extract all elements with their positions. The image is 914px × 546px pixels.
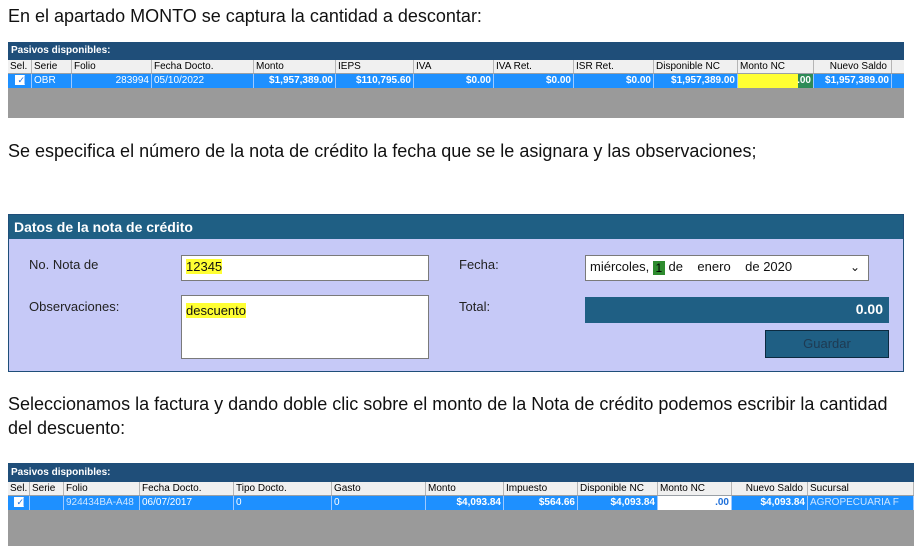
col-header-sel[interactable]: Sel. [8,60,32,73]
observaciones-label: Observaciones: [29,299,120,314]
cell-iva-ret: $0.00 [494,74,574,88]
cell-ieps: $110,795.60 [336,74,414,88]
col-header-monto-nc[interactable]: Monto NC [658,482,732,495]
col-header-fecha[interactable]: Fecha Docto. [140,482,234,495]
col-header-folio[interactable]: Folio [64,482,140,495]
col-header-sucursal[interactable]: Sucursal [808,482,914,495]
col-header-serie[interactable]: Serie [32,60,72,73]
col-header-folio[interactable]: Folio [72,60,152,73]
cell-monto: $4,093.84 [426,496,504,510]
chevron-down-icon[interactable]: ⌄ [850,256,860,278]
grid-title: Pasivos disponibles: [8,463,914,482]
fecha-de: de [668,259,683,274]
col-header-iva-ret[interactable]: IVA Ret. [494,60,574,73]
cell-sucursal: AGROPECUARIA F [808,496,914,510]
col-header-iva[interactable]: IVA [414,60,494,73]
sel-cell: ✓ [8,496,30,510]
row-checkbox[interactable]: ✓ [13,497,24,507]
fecha-weekday: miércoles, [590,259,650,274]
col-header-disponible-nc[interactable]: Disponible NC [654,60,738,73]
col-header-monto[interactable]: Monto [254,60,336,73]
observaciones-value: descuento [186,303,246,318]
cell-iva: $0.00 [414,74,494,88]
instruction-paragraph-1: En el apartado MONTO se captura la canti… [8,6,482,26]
instruction-paragraph-2: Se especifica el número de la nota de cr… [8,141,757,161]
cell-monto: $1,957,389.00 [254,74,336,88]
no-nota-input[interactable]: 12345 [181,255,429,281]
guardar-button[interactable]: Guardar [765,330,889,358]
grid-title: Pasivos disponibles: [8,42,904,60]
cell-monto-nc[interactable]: .00 [658,496,732,510]
cell-folio: 924434BA-A48 [64,496,140,510]
cell-folio: 283994 [72,74,152,88]
cell-disponible-nc: $4,093.84 [578,496,658,510]
cell-nuevo-saldo: $4,093.84 [732,496,808,510]
grid-empty-area [8,88,904,118]
cell-impuesto: $564.66 [504,496,578,510]
table-row[interactable]: ✓ 924434BA-A48 06/07/2017 0 0 $4,093.84 … [8,496,914,510]
cell-tipo: 0 [234,496,332,510]
row-checkbox[interactable]: ✓ [14,75,25,85]
instruction-paragraph-3: Seleccionamos la factura y dando doble c… [8,394,888,438]
cell-nuevo-saldo: $1,957,389.00 [814,74,892,88]
cell-serie [30,496,64,510]
col-header-nuevo-saldo[interactable]: Nuevo Saldo [814,60,892,73]
fecha-picker[interactable]: miércoles, 1 de enero de 2020 ⌄ [585,255,869,281]
pasivos-grid-1: Pasivos disponibles: Sel. Serie Folio Fe… [8,42,904,118]
col-header-fecha[interactable]: Fecha Docto. [152,60,254,73]
total-value: 0.00 [585,297,889,323]
col-header-tipo[interactable]: Tipo Docto. [234,482,332,495]
form-title: Datos de la nota de crédito [9,215,903,239]
cell-gasto: 0 [332,496,426,510]
col-header-impuesto[interactable]: Impuesto [504,482,578,495]
cell-isr-ret: $0.00 [574,74,654,88]
col-header-monto[interactable]: Monto [426,482,504,495]
grid-header-row: Sel. Serie Folio Fecha Docto. Monto IEPS… [8,60,904,74]
col-header-serie[interactable]: Serie [30,482,64,495]
grid-empty-area [8,510,914,546]
cell-monto-nc[interactable]: .00 [738,74,814,88]
col-header-isr-ret[interactable]: ISR Ret. [574,60,654,73]
cell-fecha: 05/10/2022 [152,74,254,88]
total-label: Total: [459,299,491,314]
col-header-nuevo-saldo[interactable]: Nuevo Saldo [732,482,808,495]
table-row[interactable]: ✓ OBR 283994 05/10/2022 $1,957,389.00 $1… [8,74,904,88]
grid-header-row: Sel. Serie Folio Fecha Docto. Tipo Docto… [8,482,914,496]
col-header-ieps[interactable]: IEPS [336,60,414,73]
col-header-monto-nc[interactable]: Monto NC [738,60,814,73]
nota-credito-form: Datos de la nota de crédito No. Nota de … [8,214,904,372]
observaciones-textarea[interactable]: descuento [181,295,429,359]
no-nota-label: No. Nota de [29,257,99,272]
col-header-sel[interactable]: Sel. [8,482,30,495]
cell-serie: OBR [32,74,72,88]
col-header-disponible-nc[interactable]: Disponible NC [578,482,658,495]
cell-disponible-nc: $1,957,389.00 [654,74,738,88]
sel-cell: ✓ [8,74,32,88]
no-nota-value: 12345 [186,259,223,274]
fecha-year[interactable]: de 2020 [745,259,792,274]
fecha-label: Fecha: [459,257,499,272]
col-header-gasto[interactable]: Gasto [332,482,426,495]
pasivos-grid-2: Pasivos disponibles: Sel. Serie Folio Fe… [8,463,914,546]
fecha-day[interactable]: 1 [652,260,665,275]
cell-fecha: 06/07/2017 [140,496,234,510]
fecha-month[interactable]: enero [697,259,730,274]
